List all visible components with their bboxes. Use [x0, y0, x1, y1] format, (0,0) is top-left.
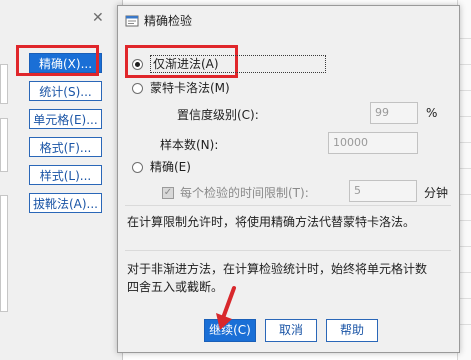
time-limit-label: 每个检验的时间限制(T): — [180, 186, 309, 200]
separator — [125, 250, 451, 251]
partial-field — [0, 64, 8, 104]
confidence-input[interactable]: 99 — [370, 102, 418, 124]
note-exact-method: 在计算限制允许时，将使用精确方法代替蒙特卡洛法。 — [127, 215, 416, 229]
asymptotic-label[interactable]: 仅渐进法(A) — [150, 55, 326, 73]
help-button[interactable]: 帮助 — [326, 319, 378, 342]
confidence-label: 置信度级别(C): — [177, 108, 259, 122]
highlight-box — [16, 45, 99, 76]
background-dialog: ✕ 精确(X)... 统计(S)... 单元格(E)... 格式(F)... 样… — [0, 0, 123, 360]
time-limit-input[interactable]: 5 — [349, 180, 417, 202]
cells-button[interactable]: 单元格(E)... — [29, 109, 102, 129]
format-button[interactable]: 格式(F)... — [29, 137, 102, 157]
style-button[interactable]: 样式(L)... — [29, 165, 102, 185]
radio-asymptotic[interactable] — [132, 59, 143, 70]
close-icon[interactable]: ✕ — [92, 10, 104, 26]
cancel-button[interactable]: 取消 — [265, 319, 317, 342]
partial-field — [0, 195, 8, 312]
dialog-icon — [125, 15, 139, 27]
confidence-unit: % — [426, 106, 438, 120]
radio-exact[interactable] — [132, 162, 143, 173]
partial-field — [0, 118, 8, 172]
samples-label: 样本数(N): — [160, 138, 219, 152]
radio-monte-carlo[interactable] — [132, 83, 143, 94]
statistics-button[interactable]: 统计(S)... — [29, 81, 102, 101]
bootstrap-button[interactable]: 拔靴法(A)... — [29, 193, 102, 213]
checkbox-icon[interactable]: ✓ — [162, 187, 174, 199]
note-rounding-line1: 对于非渐进方法，在计算检验统计时，始终将单元格计数 — [127, 262, 428, 276]
exact-tests-dialog: 精确检验 仅渐进法(A) 蒙特卡洛法(M) 置信度级别(C): 99 % 样本数… — [117, 5, 460, 353]
monte-carlo-label[interactable]: 蒙特卡洛法(M) — [150, 79, 230, 96]
arrow-icon — [216, 286, 236, 330]
samples-input[interactable]: 10000 — [328, 132, 418, 154]
dialog-title: 精确检验 — [144, 14, 193, 28]
separator — [125, 205, 451, 206]
time-limit-unit: 分钟 — [424, 186, 449, 200]
exact-label[interactable]: 精确(E) — [150, 158, 191, 175]
